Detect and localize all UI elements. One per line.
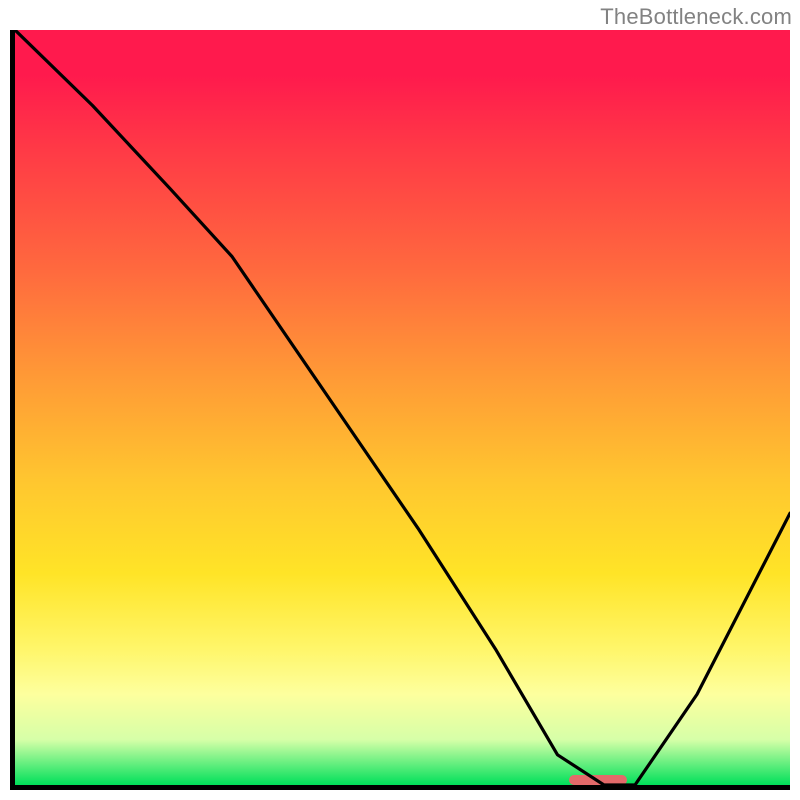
chart-container: TheBottleneck.com [0, 0, 800, 800]
watermark-text: TheBottleneck.com [600, 4, 792, 30]
plot-area [10, 30, 790, 790]
bottleneck-curve [15, 30, 790, 785]
